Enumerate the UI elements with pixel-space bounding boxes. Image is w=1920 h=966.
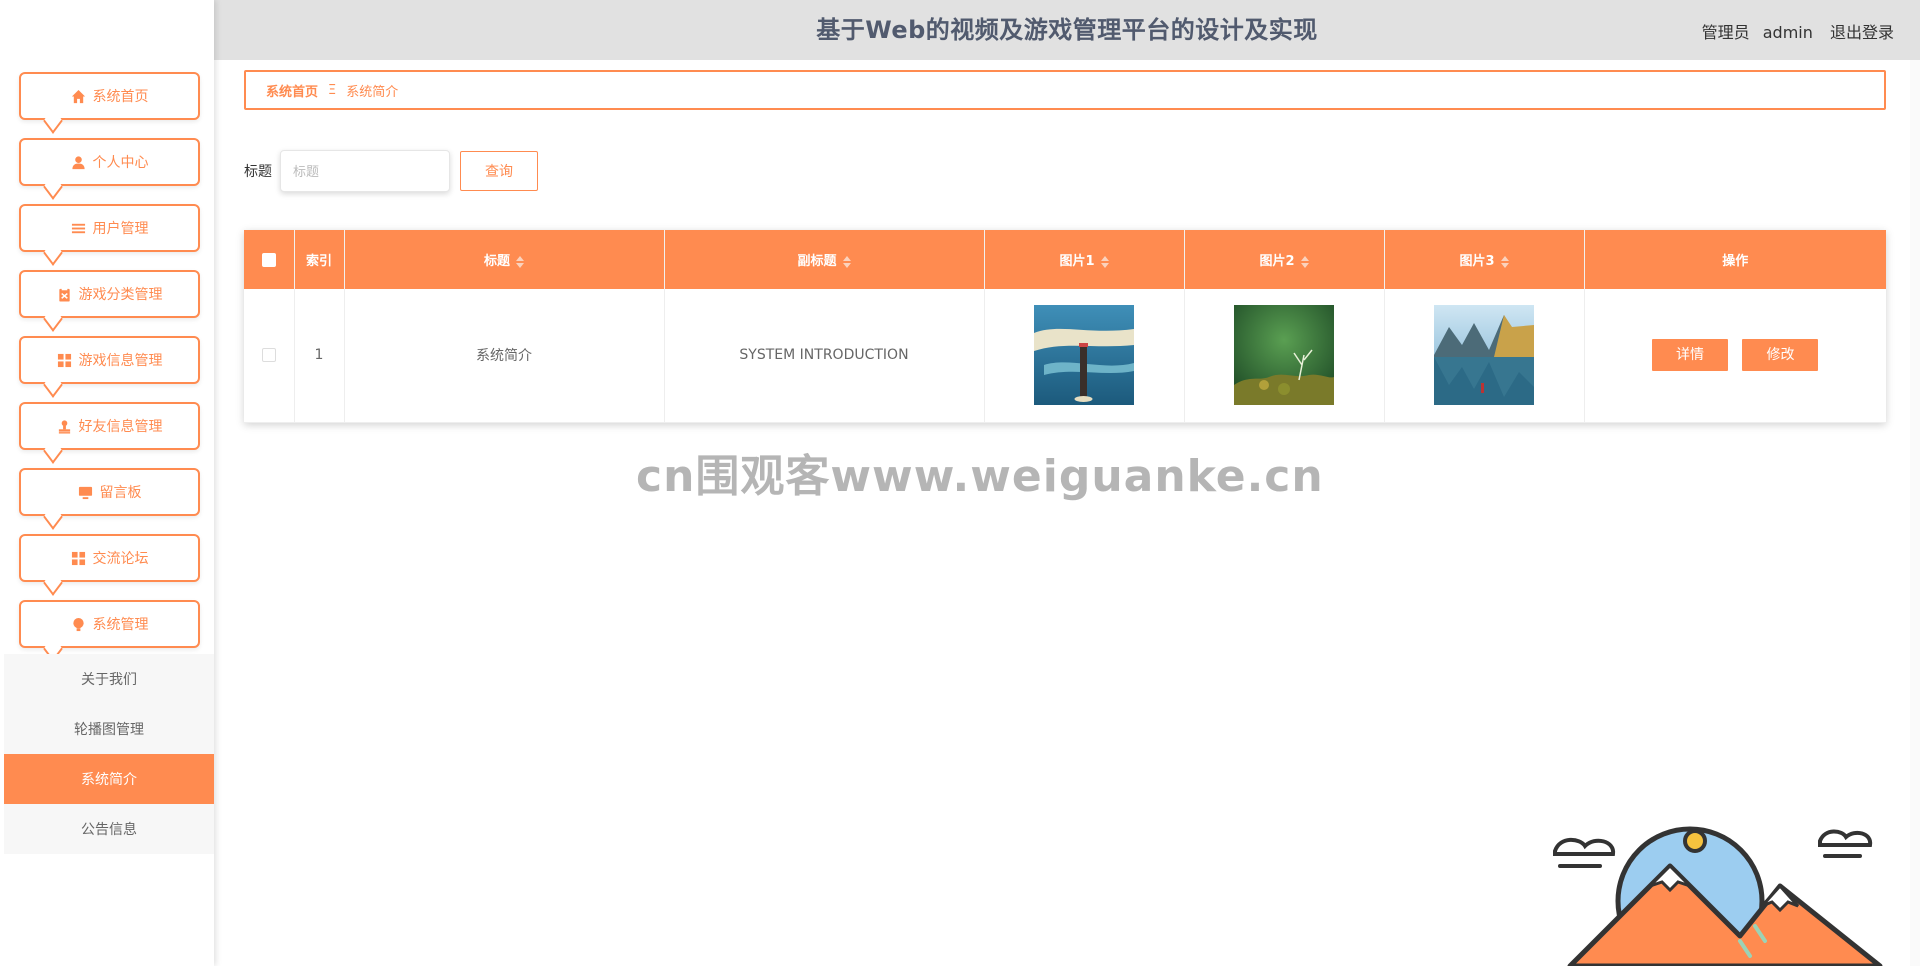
submenu-item-notice[interactable]: 公告信息: [4, 804, 214, 854]
search-input[interactable]: [280, 150, 450, 192]
monitor-icon: [78, 484, 94, 500]
watermark: cn围观客www.weiguanke.cn: [636, 451, 1324, 502]
submenu-item-carousel[interactable]: 轮播图管理: [4, 704, 214, 754]
column-header-title[interactable]: 标题: [344, 230, 665, 289]
table-header-row: 索引 标题 副标题 图片1 图片2 图片3 操作: [244, 230, 1886, 289]
bulb-icon: [71, 616, 87, 632]
grid-icon: [71, 550, 87, 566]
sort-icon[interactable]: [1500, 255, 1509, 268]
sidebar: 系统首页 个人中心 用户管理 游戏分类管理 游戏信息管理 好友信息管理 留言板: [0, 0, 214, 966]
sort-icon[interactable]: [1300, 255, 1309, 268]
row-image3-cell: [1384, 289, 1585, 423]
sidebar-item-label: 用户管理: [92, 221, 149, 237]
column-header-label: 标题: [483, 254, 510, 269]
system-submenu: 关于我们 轮播图管理 系统简介 公告信息: [4, 654, 214, 854]
green-plant-image[interactable]: [1234, 305, 1334, 406]
sidebar-item-label: 游戏分类管理: [78, 287, 163, 303]
sidebar-item-label: 个人中心: [92, 155, 149, 171]
data-table: 索引 标题 副标题 图片1 图片2 图片3 操作 1 系统简介 SYSTEM I…: [244, 230, 1886, 423]
breadcrumb-separator: Ξ: [328, 82, 337, 98]
row-image1-cell: [984, 289, 1185, 423]
row-image2-cell: [1184, 289, 1385, 423]
table-row: 1 系统简介 SYSTEM INTRODUCTION 详情 修改: [244, 289, 1886, 423]
sidebar-item-home[interactable]: 系统首页: [19, 72, 200, 120]
sidebar-item-label: 系统首页: [92, 89, 149, 105]
detail-button[interactable]: 详情: [1652, 339, 1729, 372]
sidebar-item-label: 好友信息管理: [78, 419, 163, 435]
breadcrumb-home[interactable]: 系统首页: [266, 81, 318, 100]
vertical-scrollbar[interactable]: [1910, 60, 1920, 966]
sidebar-item-label: 留言板: [99, 485, 142, 501]
page-title: 基于Web的视频及游戏管理平台的设计及实现: [816, 16, 1318, 44]
row-subtitle: SYSTEM INTRODUCTION: [664, 289, 985, 423]
column-header-image3[interactable]: 图片3: [1384, 230, 1585, 289]
sidebar-item-game-info[interactable]: 游戏信息管理: [19, 336, 200, 384]
list-icon: [71, 220, 87, 236]
user-role: 管理员: [1701, 23, 1750, 42]
sidebar-item-message-board[interactable]: 留言板: [19, 468, 200, 516]
edit-button[interactable]: 修改: [1742, 339, 1819, 372]
sort-icon[interactable]: [1100, 255, 1109, 268]
search-bar: 标题 查询: [244, 150, 538, 192]
row-checkbox[interactable]: [261, 348, 276, 363]
logout-link[interactable]: 退出登录: [1830, 23, 1894, 42]
column-header-label: 图片2: [1259, 254, 1295, 269]
column-select-all[interactable]: [244, 230, 295, 289]
submenu-item-intro[interactable]: 系统简介: [4, 754, 214, 804]
row-actions-cell: 详情 修改: [1584, 289, 1886, 423]
top-header: 基于Web的视频及游戏管理平台的设计及实现 管理员 admin 退出登录: [214, 0, 1920, 60]
sidebar-item-system[interactable]: 系统管理: [19, 600, 200, 648]
user-info: 管理员 admin 退出登录: [1702, 19, 1894, 43]
sidebar-item-users[interactable]: 用户管理: [19, 204, 200, 252]
row-title: 系统简介: [344, 289, 665, 423]
sidebar-item-profile[interactable]: 个人中心: [19, 138, 200, 186]
column-header-subtitle[interactable]: 副标题: [664, 230, 985, 289]
breadcrumb: 系统首页 Ξ 系统简介: [244, 70, 1886, 110]
sort-icon[interactable]: [516, 255, 524, 268]
column-header-label: 图片1: [1059, 254, 1095, 269]
sidebar-item-game-category[interactable]: 游戏分类管理: [19, 270, 200, 318]
select-all-checkbox[interactable]: [261, 252, 276, 267]
mountain-lake-image[interactable]: [1434, 305, 1534, 406]
column-header-image2[interactable]: 图片2: [1184, 230, 1385, 289]
sidebar-item-label: 游戏信息管理: [78, 353, 163, 369]
sidebar-item-label: 交流论坛: [92, 551, 149, 567]
column-header-index: 索引: [294, 230, 345, 289]
app-root: 系统首页 个人中心 用户管理 游戏分类管理 游戏信息管理 好友信息管理 留言板: [0, 0, 1920, 966]
mountain-illustration: [1553, 826, 1883, 966]
breadcrumb-current: 系统简介: [346, 84, 399, 100]
column-header-label: 副标题: [797, 254, 837, 269]
grid-icon: [57, 352, 73, 368]
lighthouse-sea-image[interactable]: [1034, 305, 1134, 406]
row-index: 1: [294, 289, 345, 423]
sort-icon[interactable]: [842, 255, 851, 268]
home-icon: [71, 88, 87, 104]
user-icon: [71, 154, 87, 170]
sidebar-item-friends[interactable]: 好友信息管理: [19, 402, 200, 450]
column-header-image1[interactable]: 图片1: [984, 230, 1185, 289]
row-select-cell: [244, 289, 295, 423]
search-button[interactable]: 查询: [460, 151, 538, 191]
sidebar-item-label: 系统管理: [92, 617, 149, 633]
user-name: admin: [1762, 23, 1813, 42]
sidebar-item-forum[interactable]: 交流论坛: [19, 534, 200, 582]
submenu-item-about[interactable]: 关于我们: [4, 654, 214, 704]
search-label: 标题: [244, 164, 272, 180]
stamp-icon: [57, 418, 73, 434]
clipboard-icon: [57, 286, 73, 302]
column-header-label: 图片3: [1459, 254, 1495, 269]
column-header-actions: 操作: [1722, 254, 1749, 269]
